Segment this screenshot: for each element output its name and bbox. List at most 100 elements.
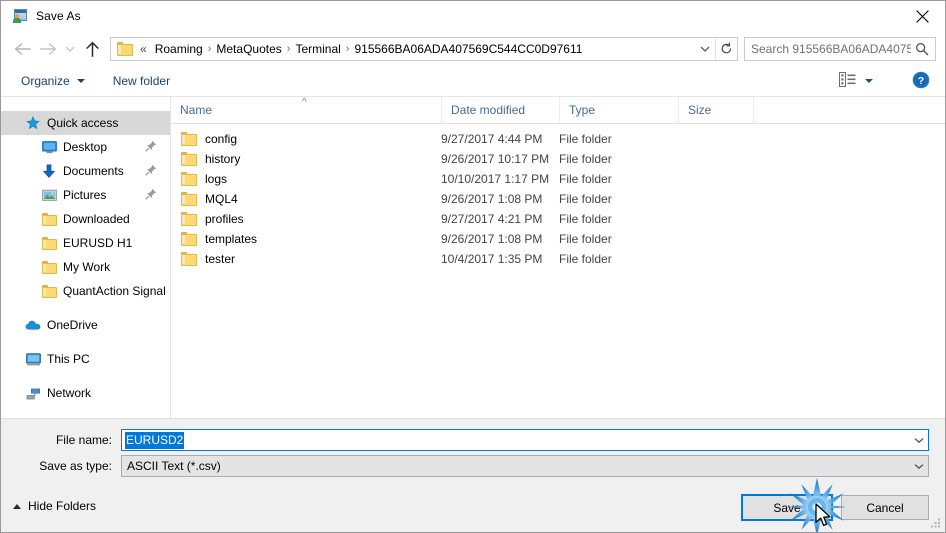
sidebar-item-eurusd-h1[interactable]: EURUSD H1 [1,231,170,255]
refresh-icon[interactable] [715,37,737,60]
type-cell: File folder [559,192,612,206]
save-button[interactable]: Save [741,494,833,521]
sort-ascending-caret-icon: ^ [302,97,307,108]
column-header-type[interactable]: Type [559,97,678,123]
file-name-cell: MQL4 [171,192,441,206]
date-modified-cell: 9/26/2017 1:08 PM [441,192,543,206]
sidebar-item-downloaded[interactable]: Downloaded [1,207,170,231]
svg-text:?: ? [918,75,924,87]
sidebar-item-label: This PC [47,352,90,366]
file-name-label: File name: [55,433,112,447]
column-header-label: Name [180,103,213,117]
folder-icon [41,283,57,299]
close-icon[interactable] [899,1,945,31]
pin-icon[interactable] [145,164,157,176]
sidebar-item-network[interactable]: Network [1,381,170,405]
search-icon[interactable] [911,42,933,56]
address-bar[interactable]: « Roaming › MetaQuotes › Terminal › 9155… [110,36,738,61]
cancel-button[interactable]: Cancel [841,495,929,520]
sidebar-item-label: QuantAction Signal [63,284,166,298]
sidebar-item-label: Network [47,386,92,400]
table-row[interactable]: profiles 9/27/2017 4:21 PM File folder [171,209,945,229]
sidebar-item-pictures[interactable]: Pictures [1,183,170,207]
table-row[interactable]: logs 10/10/2017 1:17 PM File folder [171,169,945,189]
star-icon [25,115,41,131]
new-folder-button[interactable]: New folder [107,69,176,93]
onedrive-cloud-icon [25,317,41,333]
table-row[interactable]: config 9/27/2017 4:44 PM File folder [171,129,945,149]
save-as-type-row: Save as type: ASCII Text (*.csv) [1,455,929,477]
save-as-dialog: Save As « Roaming › MetaQuotes › Termina… [0,0,946,533]
network-icon [25,385,41,401]
window-title: Save As [36,9,81,23]
table-row[interactable]: tester 10/4/2017 1:35 PM File folder [171,249,945,269]
pin-icon[interactable] [145,140,157,152]
save-as-type-value: ASCII Text (*.csv) [127,459,221,473]
sidebar-item-quick-access[interactable]: Quick access [1,111,170,135]
recent-locations-icon[interactable] [61,36,79,62]
breadcrumb-overflow[interactable]: « [135,38,150,60]
dialog-body: Quick access Desktop Documents Pictures … [1,97,945,418]
sidebar-item-label: OneDrive [47,318,98,332]
desktop-icon [41,139,57,155]
hide-folders-button[interactable]: Hide Folders [13,499,96,513]
table-row[interactable]: templates 9/26/2017 1:08 PM File folder [171,229,945,249]
hide-folders-label: Hide Folders [28,499,97,513]
documents-download-icon [41,163,57,179]
search-input[interactable] [751,41,911,56]
file-name-row: File name: EURUSD2 [1,429,929,451]
navigation-pane: Quick access Desktop Documents Pictures … [1,97,171,418]
type-cell: File folder [559,172,612,186]
folder-icon [117,41,133,56]
search-box[interactable] [744,36,936,61]
chevron-down-icon[interactable] [910,456,928,476]
date-modified-cell: 9/27/2017 4:21 PM [441,212,543,226]
breadcrumb-item-guid[interactable]: 915566BA06ADA407569C544CC0D97611 [349,38,587,60]
sidebar-item-onedrive[interactable]: OneDrive [1,313,170,337]
organize-button[interactable]: Organize [15,69,91,93]
table-row[interactable]: history 9/26/2017 10:17 PM File folder [171,149,945,169]
breadcrumb-item-metaquotes[interactable]: MetaQuotes [211,38,286,60]
up-arrow-icon[interactable] [79,36,105,62]
column-header-name[interactable]: Name ^ [171,97,441,123]
navigation-bar: « Roaming › MetaQuotes › Terminal › 9155… [1,31,945,66]
resize-grip-icon[interactable] [930,517,942,529]
sidebar-item-desktop[interactable]: Desktop [1,135,170,159]
table-row[interactable]: MQL4 9/26/2017 1:08 PM File folder [171,189,945,209]
chevron-down-icon[interactable] [695,38,715,60]
sidebar-item-my-work[interactable]: My Work [1,255,170,279]
sidebar-item-documents[interactable]: Documents [1,159,170,183]
date-modified-cell: 9/27/2017 4:44 PM [441,132,543,146]
help-icon[interactable]: ? [912,71,930,89]
folder-icon [41,235,57,251]
folder-icon [181,192,197,206]
breadcrumb-item-terminal[interactable]: Terminal [290,38,345,60]
back-arrow-icon[interactable] [9,36,35,62]
column-header-date-modified[interactable]: Date modified [441,97,559,123]
file-name-cell: profiles [171,212,441,226]
type-cell: File folder [559,152,612,166]
pin-icon[interactable] [145,188,157,200]
type-cell: File folder [559,232,612,246]
new-folder-label: New folder [112,74,171,88]
folder-icon [181,252,197,266]
sidebar-item-label: Downloaded [63,212,130,226]
date-modified-cell: 9/26/2017 1:08 PM [441,232,543,246]
sidebar-item-quantaction-signal[interactable]: QuantAction Signal [1,279,170,303]
file-name-label: tester [205,252,236,266]
sidebar-item-this-pc[interactable]: This PC [1,347,170,371]
forward-arrow-icon[interactable] [35,36,61,62]
caret-up-icon [13,503,21,509]
breadcrumb-item-roaming[interactable]: Roaming [150,38,208,60]
type-cell: File folder [559,132,612,146]
sidebar-item-label: Quick access [47,116,119,130]
file-name-input[interactable]: EURUSD2 [121,429,929,451]
date-modified-cell: 10/10/2017 1:17 PM [441,172,550,186]
view-options-button[interactable] [835,69,877,93]
type-cell: File folder [559,212,612,226]
chevron-down-icon[interactable] [910,430,928,450]
chevron-down-icon [76,79,85,83]
save-as-type-select[interactable]: ASCII Text (*.csv) [121,455,929,477]
file-name-label: MQL4 [205,192,238,206]
column-header-size[interactable]: Size [678,97,753,123]
